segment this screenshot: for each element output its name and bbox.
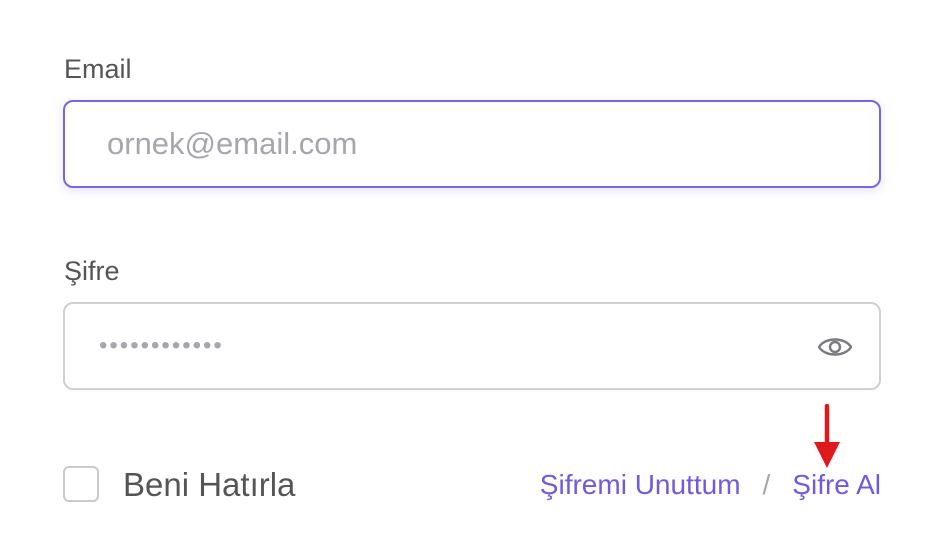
- remember-me[interactable]: Beni Hatırla: [63, 466, 295, 502]
- remember-label: Beni Hatırla: [123, 465, 296, 503]
- email-field[interactable]: [63, 100, 881, 188]
- link-separator: /: [762, 469, 771, 500]
- red-arrow-down-icon: [814, 404, 840, 468]
- forgot-password-link[interactable]: Şifremi Unuttum: [540, 471, 741, 499]
- email-input[interactable]: [107, 102, 787, 186]
- remember-checkbox[interactable]: [63, 466, 99, 502]
- email-label: Email: [64, 54, 132, 84]
- get-password-link[interactable]: Şifre Al: [792, 471, 881, 499]
- password-label: Şifre: [64, 256, 120, 286]
- eye-icon[interactable]: [817, 332, 853, 362]
- auth-links: Şifremi Unuttum / Şifre Al: [540, 471, 881, 499]
- password-field[interactable]: [63, 302, 881, 390]
- password-input[interactable]: [99, 304, 779, 388]
